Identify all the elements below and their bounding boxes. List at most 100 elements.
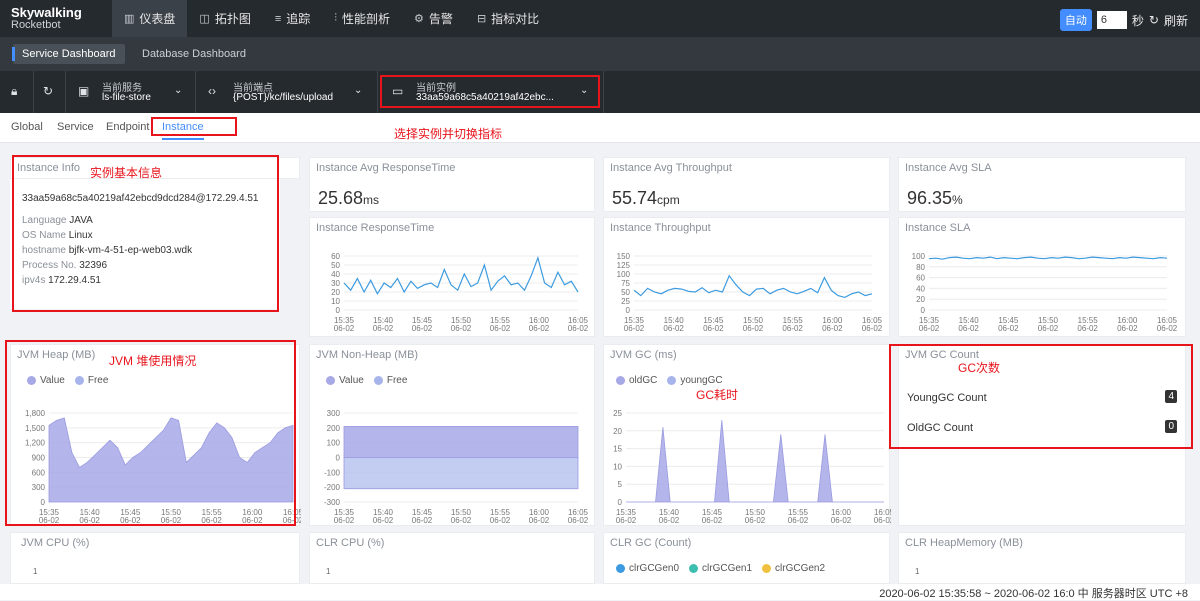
refresh-controls: 自动 秒 ↻ 刷新: [1059, 9, 1188, 31]
y-tick-label: 1,800: [25, 409, 46, 418]
y-tick-label: -300: [324, 498, 341, 507]
y-tick-label: 80: [916, 263, 925, 272]
refresh-interval-input[interactable]: [1096, 11, 1127, 29]
dashboard-icon: ▥: [124, 13, 135, 25]
y-tick-label: 75: [621, 279, 630, 288]
logo[interactable]: Skywalking Rocketbot: [11, 5, 82, 31]
x-tick-label: 06-02: [334, 516, 355, 525]
nav-topology[interactable]: ◫ 拓扑图: [187, 0, 262, 37]
tab-endpoint[interactable]: Endpoint: [106, 121, 149, 133]
sla-chart: 02040608010015:3506-0215:4006-0215:4506-…: [912, 252, 1178, 333]
x-tick-label: 06-02: [283, 516, 301, 525]
reload-toggle[interactable]: ↻: [34, 71, 66, 113]
time-range-text[interactable]: 2020-06-02 15:35:58 ~ 2020-06-02 16:0 中 …: [879, 585, 1188, 601]
logo-subtitle: Rocketbot: [11, 19, 61, 31]
x-tick-label: 06-02: [39, 516, 60, 525]
y-tick-label: 40: [331, 270, 340, 279]
y-tick-label: 300: [327, 409, 341, 418]
y-tick-label: 1,200: [25, 439, 46, 448]
nav-profile[interactable]: ⫶ 性能剖析: [322, 0, 402, 37]
tab-global[interactable]: Global: [11, 121, 43, 133]
instance-info-body: 33aa59a68c5a40219af42ebcd9dcd284@172.29.…: [10, 179, 280, 309]
monitor-icon: ▭: [392, 84, 404, 98]
nav-alarm[interactable]: ⚙ 告警: [402, 0, 465, 37]
legend-item[interactable]: clrGCGen1: [689, 563, 752, 574]
card-title: CLR GC (Count): [610, 537, 692, 549]
status-footer: 2020-06-02 15:35:58 ~ 2020-06-02 16:0 中 …: [0, 584, 1200, 600]
y-tick-label: 0: [921, 306, 926, 315]
x-tick-label: 06-02: [161, 516, 182, 525]
responsetime-chart: 010203040506015:3506-0215:4006-0215:4506…: [331, 252, 589, 333]
y-tick-label: 20: [613, 427, 622, 436]
card-title: Instance Avg ResponseTime: [316, 162, 456, 174]
tab-service-dashboard[interactable]: Service Dashboard: [12, 44, 125, 64]
x-tick-label: 06-02: [1038, 324, 1059, 333]
nav-comparison[interactable]: ⊟ 指标对比: [465, 0, 551, 37]
endpoint-selector[interactable]: ‹› 当前端点 {POST}/kc/files/upload ⌄: [196, 71, 378, 113]
metric-subtabs: Global Service Endpoint Instance: [0, 113, 1200, 143]
nav-label: 仪表盘: [139, 12, 176, 26]
y-tick-label: 100: [617, 270, 631, 279]
tab-service[interactable]: Service: [57, 121, 94, 133]
auto-refresh-button[interactable]: 自动: [1059, 9, 1092, 31]
chevron-down-icon: ⌄: [580, 85, 589, 96]
selector-bar: 🔒︎ ↻ ▣ 当前服务 ls-file-store ⌄ ‹› 当前端点 {POS…: [0, 71, 1200, 113]
y-tick-label: 600: [32, 468, 46, 477]
responsetime-chart-card: Instance ResponseTime 0 10 20 30 40 50 60 15:35…: [309, 217, 595, 337]
x-tick-label: 06-02: [529, 516, 550, 525]
axis-tick: 1: [326, 567, 331, 576]
refresh-button[interactable]: 刷新: [1164, 12, 1188, 29]
annotation-label: 选择实例并切换指标: [394, 127, 503, 141]
y-tick-label: 25: [613, 409, 622, 418]
x-tick-label: 06-02: [412, 324, 433, 333]
lock-toggle[interactable]: 🔒︎: [0, 71, 34, 113]
throughput-chart-card: Instance Throughput 0 25 50 75 100 125 150 15:3…: [603, 217, 890, 337]
logo-title: Skywalking: [11, 5, 82, 20]
jvm-gc-count-card: JVM GC Count YoungGC Count 4 OldGC Count…: [898, 344, 1186, 526]
nav-label: 追踪: [286, 12, 311, 26]
avg-responsetime-card: Instance Avg ResponseTime 25.68ms: [309, 157, 595, 212]
jvm-cpu-card: JVM CPU (%) 1: [10, 532, 300, 584]
x-tick-label: 06-02: [624, 324, 645, 333]
nav-trace[interactable]: ≡ 追踪: [263, 0, 322, 37]
y-tick-label: 900: [32, 454, 46, 463]
service-selector[interactable]: ▣ 当前服务 ls-file-store ⌄: [66, 71, 196, 113]
y-tick-label: 1,500: [25, 424, 46, 433]
y-tick-label: 10: [331, 297, 340, 306]
axis-tick: 1: [915, 567, 920, 576]
tab-instance[interactable]: Instance: [162, 121, 204, 140]
y-tick-label: 60: [916, 274, 925, 283]
info-language: Language JAVA: [22, 215, 93, 226]
main-nav: ▥ 仪表盘 ◫ 拓扑图 ≡ 追踪 ⫶ 性能剖析 ⚙ 告警 ⊟ 指标对比: [112, 0, 551, 37]
x-tick-label: 06-02: [201, 516, 222, 525]
tab-database-dashboard[interactable]: Database Dashboard: [133, 44, 255, 64]
topology-icon: ◫: [199, 13, 210, 25]
legend-item[interactable]: clrGCGen2: [762, 563, 825, 574]
x-tick-label: 06-02: [862, 324, 883, 333]
clr-gc-card: CLR GC (Count) clrGCGen0 clrGCGen1 clrGC…: [603, 532, 890, 584]
instance-selector[interactable]: ▭ 当前实例 33aa59a68c5a40219af42ebc... ⌄: [378, 71, 604, 113]
x-tick-label: 06-02: [373, 516, 394, 525]
x-tick-label: 06-02: [79, 516, 100, 525]
instance-id: 33aa59a68c5a40219af42ebcd9dcd284@172.29.…: [22, 193, 259, 204]
x-tick-label: 06-02: [334, 324, 355, 333]
nav-dashboard[interactable]: ▥ 仪表盘: [112, 0, 188, 37]
refresh-icon[interactable]: ↻: [1149, 13, 1159, 27]
y-tick-label: 200: [327, 424, 341, 433]
x-tick-label: 06-02: [242, 516, 263, 525]
endpoint-selector-value: {POST}/kc/files/upload: [233, 92, 334, 103]
x-tick-label: 06-02: [874, 516, 891, 525]
y-tick-label: 50: [331, 261, 340, 270]
young-gc-count: YoungGC Count 4: [907, 390, 1177, 404]
y-tick-label: 0: [618, 498, 623, 507]
jvm-heap-card: JVM Heap (MB) Value Free 0 300 600 900 1,200…: [10, 344, 301, 526]
x-tick-label: 06-02: [998, 324, 1019, 333]
x-tick-label: 06-02: [659, 516, 680, 525]
x-tick-label: 06-02: [568, 324, 589, 333]
y-tick-label: 0: [41, 498, 46, 507]
legend-item[interactable]: clrGCGen0: [616, 563, 679, 574]
y-tick-label: -200: [324, 483, 341, 492]
old-gc-badge: 0: [1165, 420, 1177, 433]
info-process: Process No. 32396: [22, 260, 108, 271]
alarm-icon: ⚙: [414, 13, 424, 25]
